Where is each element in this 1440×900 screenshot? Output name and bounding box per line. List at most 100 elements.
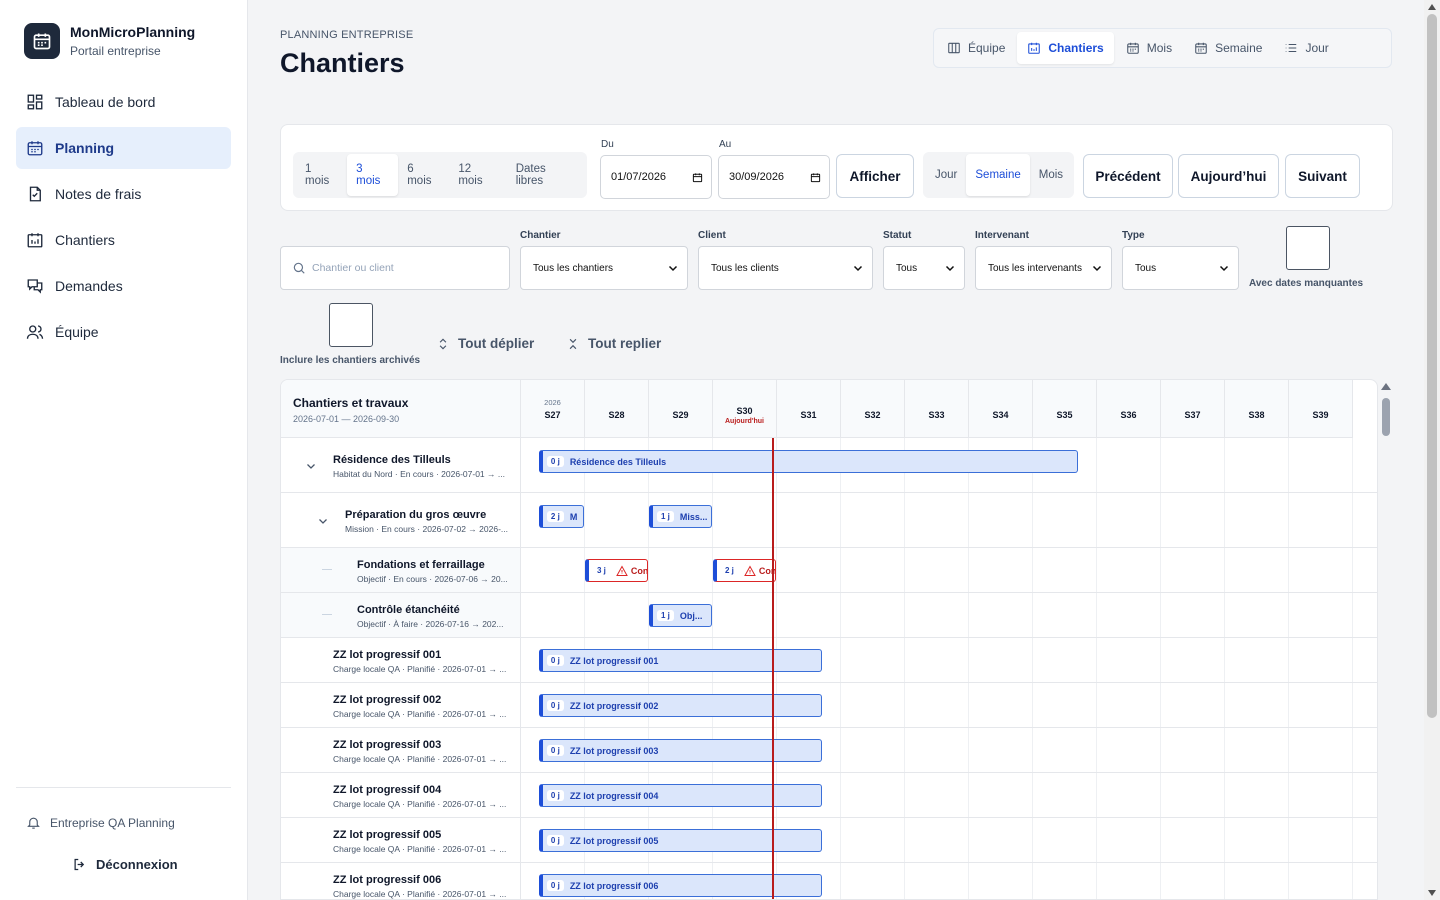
type-select[interactable]: Tous: [1122, 246, 1239, 290]
gantt-week-header-cell: S28: [585, 380, 649, 438]
gantt-row-label[interactable]: ZZ lot progressif 004 Charge locale QA · …: [281, 773, 521, 817]
gantt-bar[interactable]: 0 j ZZ lot progressif 004: [538, 784, 823, 807]
gantt-bar[interactable]: 1 j Miss...: [649, 505, 712, 528]
gantt-row[interactable]: Contrôle étanchéité Objectif · À faire · …: [281, 593, 1377, 638]
range-free-dates[interactable]: Dates libres: [507, 154, 584, 196]
gantt-row-label[interactable]: ZZ lot progressif 003 Charge locale QA · …: [281, 728, 521, 772]
gantt-week-label: S34: [992, 410, 1009, 420]
gantt-row[interactable]: ZZ lot progressif 002 Charge locale QA · …: [281, 683, 1377, 728]
expand-all-button[interactable]: Tout déplier: [436, 336, 534, 351]
gantt-row-meta: Charge locale QA · Planifié · 2026-07-01…: [333, 709, 507, 719]
gantt-bar-warning[interactable]: 2 j Con: [713, 559, 776, 582]
gantt-cell: [1289, 773, 1353, 817]
next-button[interactable]: Suivant: [1285, 154, 1360, 198]
page-scrollbar[interactable]: [1424, 0, 1440, 900]
gantt-row[interactable]: ZZ lot progressif 004 Charge locale QA · …: [281, 773, 1377, 818]
gantt-bar-warning[interactable]: 3 j Con: [585, 559, 648, 582]
gantt-cell: [777, 593, 841, 637]
tab-view-mois[interactable]: Mois: [1116, 32, 1182, 64]
tab-view-jour[interactable]: Jour: [1274, 32, 1338, 64]
gantt-row-label[interactable]: Fondations et ferraillage Objectif · En c…: [281, 548, 521, 592]
missing-dates-checkbox[interactable]: [1286, 226, 1330, 270]
gantt-bar[interactable]: 1 j Obj...: [649, 604, 712, 627]
gantt-cell: [841, 773, 905, 817]
range-6-months[interactable]: 6 mois: [398, 154, 449, 196]
gantt-row-label[interactable]: ZZ lot progressif 005 Charge locale QA · …: [281, 818, 521, 862]
expand-all-label: Tout déplier: [458, 336, 535, 351]
gantt-cell: [1225, 493, 1289, 547]
today-button[interactable]: Aujourd’hui: [1178, 154, 1279, 198]
archived-checkbox[interactable]: [329, 303, 373, 347]
gantt-cell: [969, 638, 1033, 682]
show-button[interactable]: Afficher: [836, 154, 914, 198]
gantt-row-label[interactable]: Résidence des Tilleuls Habitat du Nord · …: [281, 438, 521, 492]
status-select[interactable]: Tous: [883, 246, 965, 290]
gantt-week-label: S29: [672, 410, 689, 420]
from-date-input[interactable]: 01/07/2026: [600, 155, 712, 199]
range-1-month[interactable]: 1 mois: [296, 154, 347, 196]
gantt-row[interactable]: ZZ lot progressif 003 Charge locale QA · …: [281, 728, 1377, 773]
collapse-all-button[interactable]: Tout replier: [566, 336, 661, 351]
sidebar-item-team[interactable]: Équipe: [16, 311, 231, 353]
gantt-row-label[interactable]: Préparation du gros œuvre Mission · En co…: [281, 493, 521, 547]
gantt-cell: [585, 593, 649, 637]
brand[interactable]: MonMicroPlanning Portail entreprise: [24, 23, 195, 59]
granularity-month[interactable]: Mois: [1030, 154, 1072, 196]
sidebar-item-expenses[interactable]: Notes de frais: [16, 173, 231, 215]
range-12-months[interactable]: 12 mois: [449, 154, 506, 196]
gantt-row[interactable]: Résidence des Tilleuls Habitat du Nord · …: [281, 438, 1377, 493]
gantt-bar[interactable]: 2 j M: [538, 505, 584, 528]
to-date-input[interactable]: 30/09/2026: [718, 155, 830, 199]
today-line: [772, 438, 774, 899]
search-input[interactable]: Chantier ou client: [280, 246, 510, 290]
chantier-select[interactable]: Tous les chantiers: [520, 246, 688, 290]
period-toolbar: 1 mois 3 mois 6 mois 12 mois Dates libre…: [280, 124, 1393, 211]
tree-connector: [322, 614, 332, 615]
chevron-down-icon[interactable]: [317, 515, 329, 527]
gantt-row[interactable]: ZZ lot progressif 005 Charge locale QA · …: [281, 818, 1377, 863]
gantt-scroll-thumb[interactable]: [1382, 398, 1390, 436]
logout-label: Déconnexion: [96, 857, 178, 872]
gantt-bar[interactable]: 0 j Résidence des Tilleuls: [538, 450, 1079, 473]
gantt-row[interactable]: Fondations et ferraillage Objectif · En c…: [281, 548, 1377, 593]
logout-button[interactable]: Déconnexion: [72, 857, 231, 872]
sidebar-item-requests[interactable]: Demandes: [16, 265, 231, 307]
sidebar-item-chantiers[interactable]: Chantiers: [16, 219, 231, 261]
gantt-row-label[interactable]: ZZ lot progressif 006 Charge locale QA · …: [281, 863, 521, 899]
sidebar-item-planning[interactable]: Planning: [16, 127, 231, 169]
collapse-icon: [569, 338, 577, 349]
from-label: Du: [601, 139, 614, 150]
gantt-bar[interactable]: 0 j ZZ lot progressif 005: [538, 829, 823, 852]
page-scroll-thumb[interactable]: [1427, 14, 1437, 718]
gantt-bar[interactable]: 0 j ZZ lot progressif 001: [538, 649, 823, 672]
previous-button[interactable]: Précédent: [1083, 154, 1173, 198]
scroll-up-arrow-icon[interactable]: [1381, 383, 1391, 390]
sidebar-item-dashboard[interactable]: Tableau de bord: [16, 81, 231, 123]
tab-view-equipe[interactable]: Équipe: [937, 32, 1015, 64]
range-3-months[interactable]: 3 mois: [347, 154, 399, 196]
chevron-down-icon[interactable]: [305, 460, 317, 472]
gantt-row-meta: Charge locale QA · Planifié · 2026-07-01…: [333, 799, 507, 809]
gantt-row-label[interactable]: Contrôle étanchéité Objectif · À faire · …: [281, 593, 521, 637]
gantt-row-label[interactable]: ZZ lot progressif 001 Charge locale QA · …: [281, 638, 521, 682]
intervenant-select[interactable]: Tous les intervenants: [975, 246, 1112, 290]
gantt-row-label[interactable]: ZZ lot progressif 002 Charge locale QA · …: [281, 683, 521, 727]
chart-icon: [1028, 42, 1041, 54]
gantt-cell: [905, 593, 969, 637]
gantt-bar[interactable]: 0 j ZZ lot progressif 003: [538, 739, 823, 762]
scroll-up-arrow-icon[interactable]: [1428, 4, 1436, 10]
gantt-row-meta: Charge locale QA · Planifié · 2026-07-01…: [333, 844, 507, 854]
gantt-bar[interactable]: 0 j ZZ lot progressif 006: [538, 874, 823, 897]
gantt-scrollbar[interactable]: [1379, 379, 1393, 900]
gantt-bar[interactable]: 0 j ZZ lot progressif 002: [538, 694, 823, 717]
gantt-row[interactable]: ZZ lot progressif 001 Charge locale QA · …: [281, 638, 1377, 683]
calendar-icon: [27, 141, 43, 156]
granularity-day[interactable]: Jour: [926, 154, 966, 196]
gantt-row[interactable]: Préparation du gros œuvre Mission · En co…: [281, 493, 1377, 548]
tab-view-chantiers[interactable]: Chantiers: [1017, 32, 1114, 64]
tab-view-semaine[interactable]: Semaine: [1184, 32, 1272, 64]
client-select[interactable]: Tous les clients: [698, 246, 873, 290]
scroll-down-arrow-icon[interactable]: [1428, 890, 1436, 896]
gantt-row[interactable]: ZZ lot progressif 006 Charge locale QA · …: [281, 863, 1377, 899]
granularity-week[interactable]: Semaine: [966, 154, 1030, 196]
